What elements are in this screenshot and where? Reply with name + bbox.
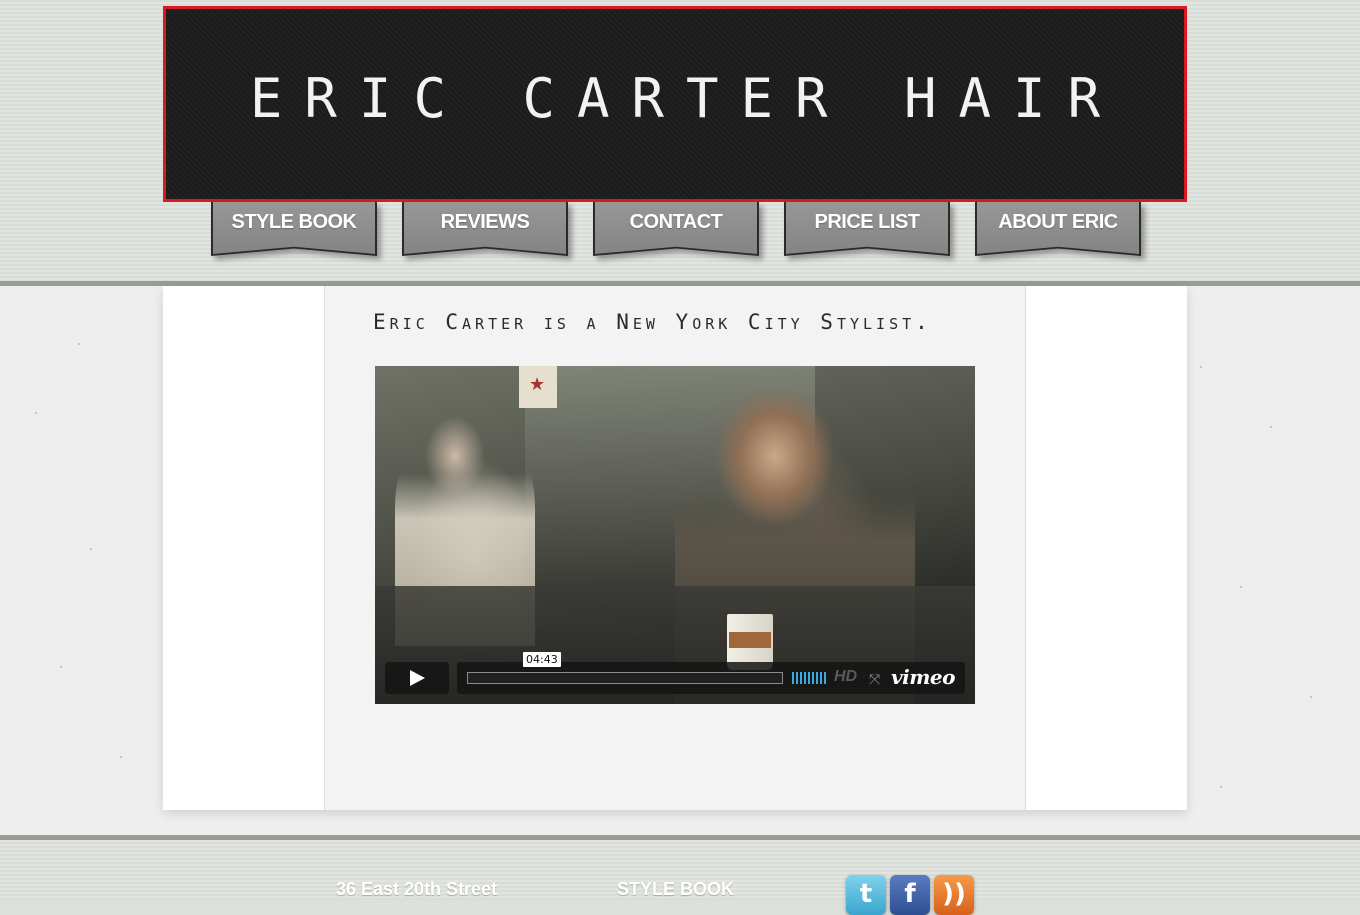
nav-tab-label: ABOUT ERIC (998, 211, 1118, 233)
facebook-icon[interactable]: f (890, 875, 930, 915)
rss-icon[interactable]: )) (934, 875, 974, 915)
nav-tab-price-list[interactable]: PRICE LIST (784, 202, 950, 256)
fullscreen-icon[interactable]: ⤧ (869, 671, 880, 688)
play-button[interactable] (385, 662, 449, 694)
nav-tab-style-book[interactable]: STYLE BOOK (211, 202, 377, 256)
footer-address: 36 East 20th Street (336, 879, 498, 899)
nav-tab-label: STYLE BOOK (231, 211, 357, 233)
sign-image (519, 366, 557, 408)
footer-link-style-book[interactable]: STYLE BOOK (617, 879, 734, 900)
video-progress-bar[interactable] (467, 672, 783, 684)
nav-tab-reviews[interactable]: REVIEWS (402, 202, 568, 256)
video-duration: 04:43 (523, 652, 561, 667)
nav-tab-label: CONTACT (629, 211, 723, 233)
footer: 36 East 20th Street STYLE BOOK t f )) (0, 840, 1360, 915)
nav-tab-label: PRICE LIST (814, 211, 920, 233)
video-player[interactable]: 04:43 HD ⤧ vimeo (375, 366, 975, 704)
hd-toggle[interactable]: HD (834, 668, 857, 686)
tagline: Eric Carter is a New York City Stylist. (373, 310, 932, 334)
nav-tab-about-eric[interactable]: ABOUT ERIC (975, 202, 1141, 256)
twitter-icon[interactable]: t (846, 875, 886, 915)
content-panel: Eric Carter is a New York City Stylist. … (163, 286, 1187, 810)
volume-icon[interactable] (792, 672, 826, 684)
nav-tab-label: REVIEWS (440, 211, 530, 233)
video-control-bar: 04:43 HD ⤧ vimeo (457, 652, 965, 694)
site-header-banner: ERIC CARTER HAIR (163, 6, 1187, 202)
vimeo-logo[interactable]: vimeo (891, 665, 955, 689)
video-controls: 04:43 HD ⤧ vimeo (385, 652, 965, 694)
play-icon (410, 670, 425, 686)
main-column: Eric Carter is a New York City Stylist. … (324, 286, 1026, 810)
site-title: ERIC CARTER HAIR (249, 66, 1123, 130)
nav-tab-contact[interactable]: CONTACT (593, 202, 759, 256)
